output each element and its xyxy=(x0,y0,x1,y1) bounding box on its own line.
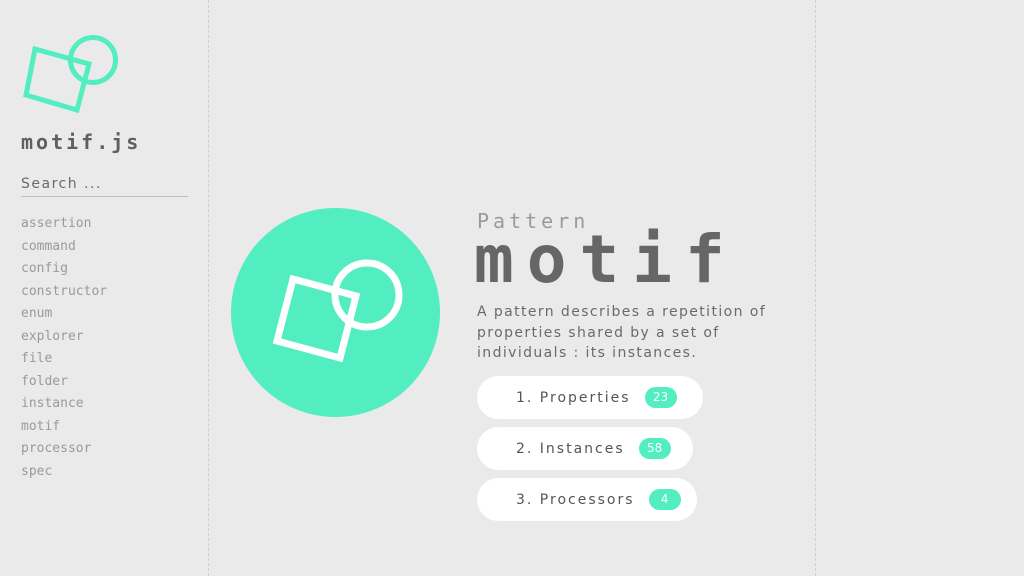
sidebar-item-processor[interactable]: processor xyxy=(21,438,107,461)
section-instances-button[interactable]: 2. Instances 58 xyxy=(477,427,693,470)
page: motif.js assertion command config constr… xyxy=(0,0,1024,576)
section-label: 1. Properties xyxy=(516,389,631,406)
section-properties-button[interactable]: 1. Properties 23 xyxy=(477,376,703,419)
section-label: 3. Processors xyxy=(516,491,635,508)
sidebar-divider xyxy=(208,0,209,576)
sidebar-item-command[interactable]: command xyxy=(21,236,107,259)
count-badge: 4 xyxy=(648,489,681,510)
pattern-icon xyxy=(231,208,440,417)
count-badge: 23 xyxy=(644,387,677,408)
content-divider xyxy=(815,0,816,576)
section-label: 2. Instances xyxy=(516,440,625,457)
sidebar-item-instance[interactable]: instance xyxy=(21,393,107,416)
sidebar: motif.js assertion command config constr… xyxy=(0,0,208,576)
sidebar-item-config[interactable]: config xyxy=(21,258,107,281)
page-title: motif xyxy=(474,221,738,298)
sidebar-item-enum[interactable]: enum xyxy=(21,303,107,326)
sidebar-item-spec[interactable]: spec xyxy=(21,461,107,484)
sidebar-item-folder[interactable]: folder xyxy=(21,371,107,394)
section-processors-button[interactable]: 3. Processors 4 xyxy=(477,478,697,521)
sidebar-item-motif[interactable]: motif xyxy=(21,416,107,439)
page-description: A pattern describes a repetition of prop… xyxy=(477,304,767,361)
brand-name[interactable]: motif.js xyxy=(21,130,141,154)
count-badge: 58 xyxy=(638,438,671,459)
search-input[interactable] xyxy=(21,172,188,197)
sidebar-item-explorer[interactable]: explorer xyxy=(21,326,107,349)
sidebar-item-assertion[interactable]: assertion xyxy=(21,213,107,236)
motif-logo-icon[interactable] xyxy=(22,34,120,114)
sidebar-item-constructor[interactable]: constructor xyxy=(21,281,107,304)
sidebar-item-file[interactable]: file xyxy=(21,348,107,371)
sidebar-nav: assertion command config constructor enu… xyxy=(21,213,107,483)
